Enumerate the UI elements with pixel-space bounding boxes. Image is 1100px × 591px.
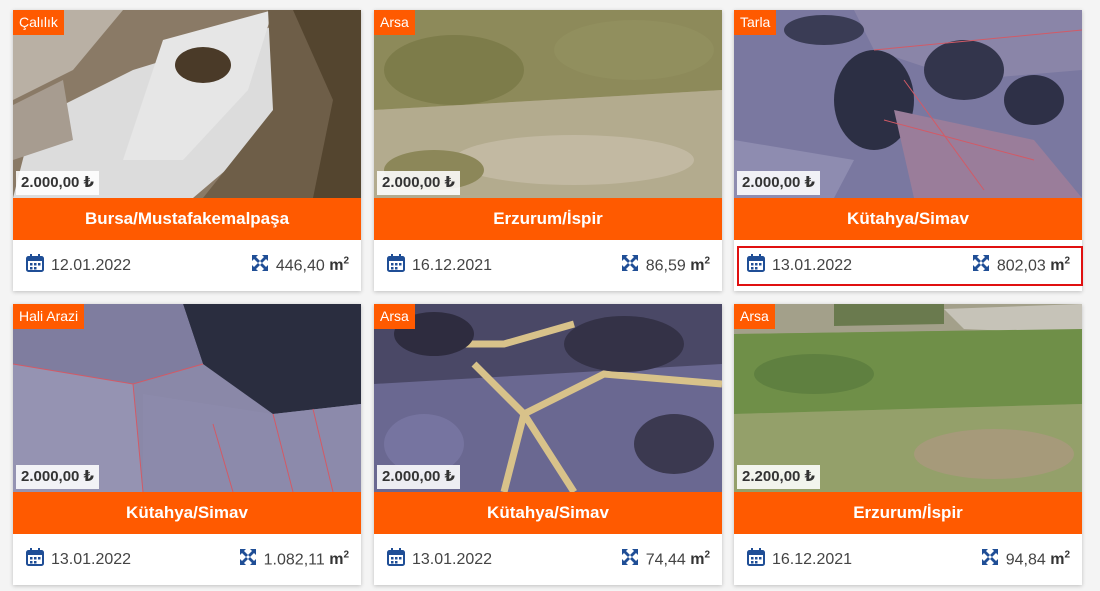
price-label: 2.200,00 ₺: [737, 465, 820, 489]
location-title[interactable]: Kütahya/Simav: [374, 492, 722, 534]
expand-arrows-icon: [971, 253, 991, 278]
listing-date: 13.01.2022: [772, 256, 853, 274]
listing-card[interactable]: Arsa 2.000,00 ₺ Kütahya/Simav 13.01.2022…: [374, 304, 722, 585]
price-label: 2.000,00 ₺: [16, 465, 99, 489]
category-badge: Tarla: [734, 10, 777, 35]
listing-photo-land[interactable]: Arsa 2.000,00 ₺: [374, 10, 722, 198]
listing-area: 1.082,11 m2: [263, 549, 349, 569]
listing-card[interactable]: Tarla 2.000,00 ₺ Kütahya/Simav 13.01.202…: [734, 10, 1082, 291]
calendar-icon: [746, 253, 766, 278]
listing-photo-shrubland[interactable]: Çalılık 2.000,00 ₺: [13, 10, 361, 198]
calendar-icon: [386, 547, 406, 572]
listing-area: 802,03 m2: [996, 255, 1070, 275]
listing-date: 13.01.2022: [51, 550, 132, 568]
expand-arrows-icon: [250, 253, 270, 278]
price-label: 2.000,00 ₺: [16, 171, 99, 195]
price-label: 2.000,00 ₺: [737, 171, 820, 195]
calendar-icon: [25, 547, 45, 572]
listing-card[interactable]: Hali Arazi 2.000,00 ₺ Kütahya/Simav 13.0…: [13, 304, 361, 585]
listing-meta: 16.12.2021 94,84 m2: [734, 534, 1082, 585]
listing-photo-field[interactable]: Tarla 2.000,00 ₺: [734, 10, 1082, 198]
category-badge: Arsa: [374, 10, 415, 35]
price-label: 2.000,00 ₺: [377, 465, 460, 489]
expand-arrows-icon: [238, 547, 258, 572]
category-badge: Çalılık: [13, 10, 64, 35]
listing-area: 86,59 m2: [645, 255, 710, 275]
listing-card[interactable]: Çalılık 2.000,00 ₺ Bursa/Mustafakemalpaş…: [13, 10, 361, 291]
listing-card[interactable]: Arsa 2.200,00 ₺ Erzurum/İspir 16.12.2021…: [734, 304, 1082, 585]
listing-area: 446,40 m2: [275, 255, 349, 275]
listing-date: 16.12.2021: [412, 256, 493, 274]
location-title[interactable]: Erzurum/İspir: [374, 198, 722, 240]
expand-arrows-icon: [980, 547, 1000, 572]
calendar-icon: [386, 253, 406, 278]
listing-meta: 13.01.2022 802,03 m2: [734, 240, 1082, 291]
category-badge: Arsa: [374, 304, 415, 329]
price-label: 2.000,00 ₺: [377, 171, 460, 195]
listing-meta: 13.01.2022 1.082,11 m2: [13, 534, 361, 585]
location-title[interactable]: Erzurum/İspir: [734, 492, 1082, 534]
listing-photo-wasteland[interactable]: Hali Arazi 2.000,00 ₺: [13, 304, 361, 492]
listing-meta: 12.01.2022 446,40 m2: [13, 240, 361, 291]
expand-arrows-icon: [620, 253, 640, 278]
category-badge: Hali Arazi: [13, 304, 85, 329]
calendar-icon: [25, 253, 45, 278]
listing-date: 16.12.2021: [772, 550, 853, 568]
listing-date: 13.01.2022: [412, 550, 493, 568]
listing-photo-grass[interactable]: Arsa 2.200,00 ₺: [734, 304, 1082, 492]
listing-card[interactable]: Arsa 2.000,00 ₺ Erzurum/İspir 16.12.2021…: [374, 10, 722, 291]
expand-arrows-icon: [620, 547, 640, 572]
listing-meta: 13.01.2022 74,44 m2: [374, 534, 722, 585]
location-title[interactable]: Kütahya/Simav: [13, 492, 361, 534]
listing-photo-plot[interactable]: Arsa 2.000,00 ₺: [374, 304, 722, 492]
category-badge: Arsa: [734, 304, 775, 329]
listing-meta: 16.12.2021 86,59 m2: [374, 240, 722, 291]
listing-area: 94,84 m2: [1005, 549, 1070, 569]
location-title[interactable]: Bursa/Mustafakemalpaşa: [13, 198, 361, 240]
listing-area: 74,44 m2: [645, 549, 710, 569]
location-title[interactable]: Kütahya/Simav: [734, 198, 1082, 240]
calendar-icon: [746, 547, 766, 572]
listing-date: 12.01.2022: [51, 256, 132, 274]
